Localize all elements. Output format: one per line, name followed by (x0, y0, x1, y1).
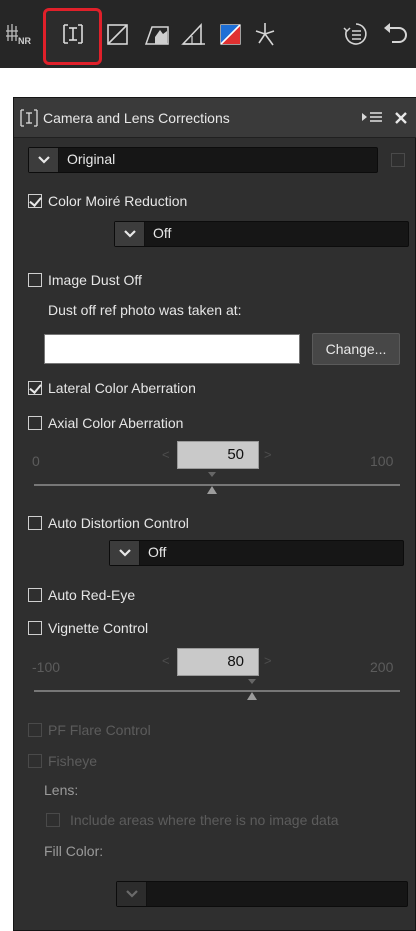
fisheye-checkbox (28, 754, 42, 768)
pf-flare-checkbox (28, 723, 42, 737)
svg-text:NR: NR (18, 36, 31, 46)
vignette-increment-arrow[interactable]: > (264, 653, 272, 668)
fill-color-label: Fill Color: (44, 843, 104, 859)
change-button[interactable]: Change... (312, 333, 400, 365)
vignette-slider-thumb[interactable] (247, 692, 257, 700)
crop-icon[interactable] (179, 19, 209, 49)
vignette-control-checkbox[interactable] (28, 621, 42, 635)
color-moire-dropdown[interactable]: Off (114, 221, 409, 247)
axial-value-field[interactable]: 50 (177, 441, 259, 469)
axial-increment-arrow[interactable]: > (264, 447, 272, 462)
camera-lens-corrections-icon (18, 107, 40, 129)
undo-icon[interactable] (380, 19, 410, 49)
axial-min-label: 0 (32, 453, 40, 469)
adjustment-history-icon[interactable] (341, 19, 371, 49)
include-no-image-label: Include areas where there is no image da… (70, 812, 339, 828)
color-moire-value: Off (153, 225, 172, 241)
fisheye-lens-label: Lens: (44, 782, 79, 798)
perspective-icon[interactable] (142, 19, 172, 49)
distortion-dropdown[interactable]: Off (109, 540, 404, 566)
noise-reduction-icon[interactable]: NR (4, 19, 34, 49)
chevron-down-icon (117, 882, 147, 906)
camera-lens-corrections-icon[interactable] (58, 19, 88, 49)
fisheye-label: Fisheye (48, 753, 98, 769)
auto-distortion-label: Auto Distortion Control (48, 515, 189, 531)
vignette-max-label: 200 (370, 659, 394, 675)
chevron-down-icon (29, 148, 59, 172)
pf-flare-label: PF Flare Control (48, 722, 151, 738)
palette-title: Camera and Lens Corrections (43, 110, 230, 126)
vignette-default-marker (248, 679, 256, 684)
palette-header: Camera and Lens Corrections (14, 98, 416, 138)
preset-dropdown[interactable]: Original (28, 147, 378, 173)
axial-slider-thumb[interactable] (207, 486, 217, 494)
color-moire-label: Color Moiré Reduction (48, 193, 188, 209)
straighten-icon[interactable] (103, 19, 133, 49)
palette-menu-icon[interactable] (360, 109, 384, 127)
axial-color-aberration-checkbox[interactable] (28, 416, 42, 430)
include-no-image-checkbox (46, 813, 60, 827)
preset-value: Original (67, 151, 116, 167)
lateral-color-aberration-label: Lateral Color Aberration (48, 380, 196, 396)
camera-lens-corrections-palette: Camera and Lens Corrections Original Col… (13, 97, 416, 931)
chevron-down-icon (110, 541, 140, 565)
chevron-down-icon (115, 222, 145, 246)
axial-decrement-arrow[interactable]: < (162, 447, 170, 462)
vignette-decrement-arrow[interactable]: < (162, 653, 170, 668)
vignette-slider-track[interactable] (34, 690, 400, 692)
auto-red-eye-label: Auto Red-Eye (48, 587, 136, 603)
auto-distortion-checkbox[interactable] (28, 516, 42, 530)
dust-off-ref-field[interactable] (44, 334, 300, 364)
fill-color-dropdown (116, 881, 408, 907)
distortion-value: Off (148, 544, 167, 560)
color-balance-icon[interactable] (216, 19, 246, 49)
sparkle-icon[interactable] (251, 19, 281, 49)
edit-toolbar: NR (0, 0, 416, 68)
axial-default-marker (208, 472, 216, 477)
vignette-control-label: Vignette Control (48, 620, 149, 636)
image-dust-off-label: Image Dust Off (48, 272, 142, 288)
close-icon[interactable] (392, 109, 410, 127)
image-dust-off-checkbox[interactable] (28, 273, 42, 287)
vignette-value-field[interactable]: 80 (177, 648, 259, 676)
auto-red-eye-checkbox[interactable] (28, 588, 42, 602)
axial-color-aberration-label: Axial Color Aberration (48, 415, 184, 431)
preset-enable-checkbox (391, 153, 405, 167)
lateral-color-aberration-checkbox[interactable] (28, 381, 42, 395)
color-moire-checkbox[interactable] (28, 194, 42, 208)
axial-slider-track[interactable] (34, 484, 400, 486)
axial-max-label: 100 (370, 453, 394, 469)
vignette-min-label: -100 (32, 659, 61, 675)
dust-off-ref-label: Dust off ref photo was taken at: (48, 302, 242, 318)
